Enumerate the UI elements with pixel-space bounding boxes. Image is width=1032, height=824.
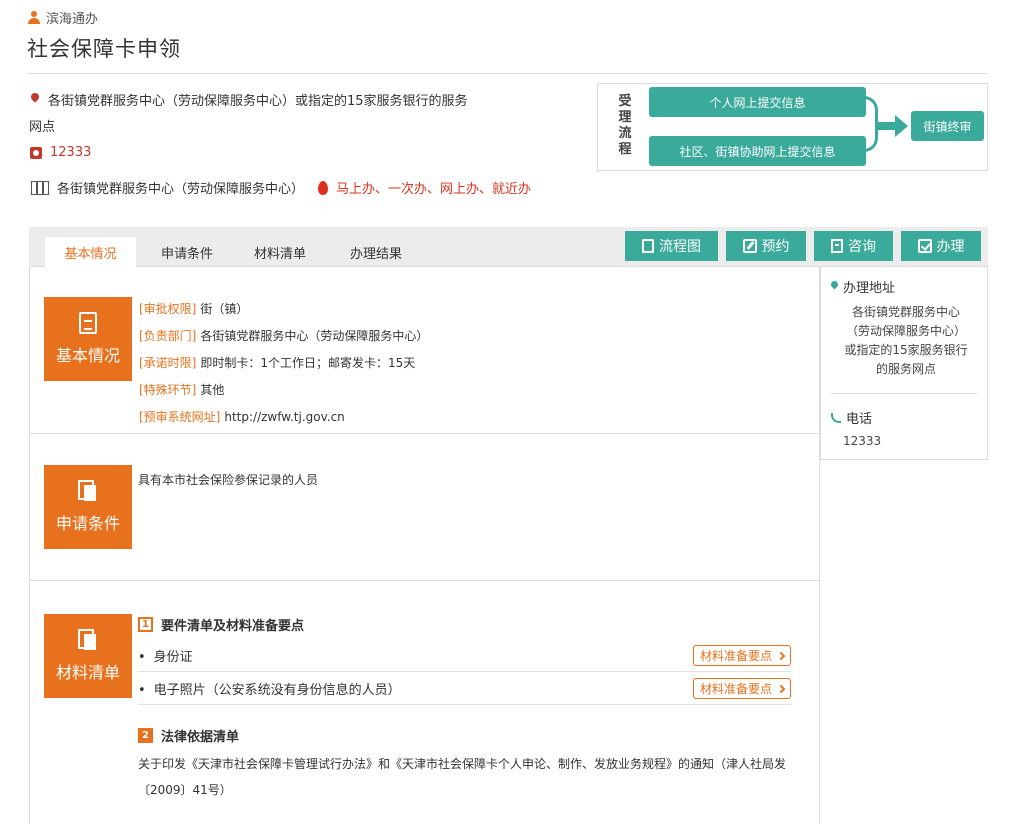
address-text-cont: 网点 [29,120,56,135]
main-content: 基本情况 [审批权限] 街（镇） [负责部门] 各街镇党群服务中心（劳动保障服务中心… [29,267,820,824]
handling-sidebar: 办理地址 各街镇党群服务中心（劳动保障服务中心）或指定的15家服务银行的服务网点… [820,267,988,460]
address-line: 各街镇党群服务中心（劳动保障服务中心）或指定的15家服务银行的服务 [30,90,468,109]
location-pin-icon [30,93,40,107]
flow-bracket [864,96,878,152]
process-flow: 受理流程 个人网上提交信息 社区、街镇协助网上提交信息 街镇终审 [597,83,988,171]
material-item: • 电子照片（公安系统没有身份信息的人员） 材料准备要点 [138,673,791,705]
basic-info-section-icon: 基本情况 [44,297,132,381]
material-tip-button[interactable]: 材料准备要点 [692,678,791,699]
service-tags: 马上办、一次办、网上办、就近办 [336,182,532,197]
sidebar-address: 各街镇党群服务中心（劳动保障服务中心）或指定的15家服务银行的服务网点 [844,305,968,376]
chevron-right-icon [776,684,786,693]
tab-conditions[interactable]: 申请条件 [145,237,229,267]
flow-step-community[interactable]: 社区、街镇协助网上提交信息 [649,136,866,166]
sidebar-phone: 12333 [843,434,882,448]
arrow-right-icon [895,115,908,137]
material-tip-button[interactable]: 材料准备要点 [692,645,791,666]
location-pin-icon [831,281,838,292]
field-prereview-url: [预审系统网址] http://zwfw.tj.gov.cn [139,410,345,424]
handle-label: 办理 [936,239,965,255]
flame-icon [318,180,329,195]
section-divider [30,433,819,434]
conditions-section-icon: 申请条件 [44,465,132,549]
file-text-icon [831,239,843,253]
prereview-link[interactable]: http://zwfw.tj.gov.cn [224,410,344,424]
section-divider [30,580,819,581]
field-special-step: [特殊环节] 其他 [139,383,225,397]
handle-button[interactable]: 办理 [901,231,981,261]
book-label: 预约 [761,239,790,255]
phone-line: 12333 [30,145,91,160]
files-icon [78,480,98,502]
flowchart-label: 流程图 [659,239,701,255]
address-heading: 办理地址 [831,277,895,296]
material-item: • 身份证 材料准备要点 [138,640,791,672]
field-department: [负责部门] 各街镇党群服务中心（劳动保障服务中心） [139,329,429,343]
check-square-icon [917,239,932,253]
number-badge: 1 [138,617,153,632]
basic-info-section-label: 基本情况 [55,346,120,365]
header-divider [27,73,988,74]
conditions-section-label: 申请条件 [55,514,120,533]
user-icon [28,11,40,24]
tab-materials[interactable]: 材料清单 [239,237,321,267]
phone-number: 12333 [50,145,92,160]
brand[interactable]: 滨海通办 [28,8,98,27]
document-icon [642,239,654,253]
location-line: 各街镇党群服务中心（劳动保障服务中心） 马上办、一次办、网上办、就近办 [31,178,531,197]
materials-section-label: 材料清单 [55,663,120,682]
flowchart-button[interactable]: 流程图 [625,231,718,261]
tab-results[interactable]: 办理结果 [335,237,417,267]
brand-label: 滨海通办 [46,12,99,27]
materials-list-heading: 1 要件清单及材料准备要点 [138,615,304,634]
phone-heading: 电话 [831,408,872,427]
flow-step-personal[interactable]: 个人网上提交信息 [649,87,866,117]
flow-step-final[interactable]: 街镇终审 [911,111,984,141]
book-button[interactable]: 预约 [726,231,806,261]
edit-icon [742,239,757,253]
materials-section-icon: 材料清单 [44,614,132,698]
copy-icon [78,629,98,651]
sidebar-divider [831,393,977,394]
material-name: 身份证 [153,650,193,665]
number-badge: 2 [138,728,153,743]
field-approval-authority: [审批权限] 街（镇） [139,302,249,316]
address-text: 各街镇党群服务中心（劳动保障服务中心）或指定的15家服务银行的服务 [48,94,468,109]
page-title: 社会保障卡申领 [27,37,181,61]
consult-button[interactable]: 咨询 [814,231,893,261]
phone-icon [30,146,42,159]
conditions-text: 具有本市社会保险参保记录的人员 [138,473,319,487]
field-time-limit: [承诺时限] 即时制卡：1个工作日；邮寄发卡：15天 [139,356,416,370]
consult-label: 咨询 [848,239,876,255]
flow-arrow [877,122,897,130]
chevron-right-icon [776,651,786,660]
phone-icon [831,412,841,423]
process-label: 受理流程 [618,94,632,157]
tab-bar: 基本情况 申请条件 材料清单 办理结果 流程图 预约 咨询 办理 [29,227,988,267]
law-list-heading: 2 法律依据清单 [138,726,239,745]
tab-basic-info[interactable]: 基本情况 [45,237,136,267]
document-icon [79,312,97,334]
location-text: 各街镇党群服务中心（劳动保障服务中心） [57,182,305,197]
law-basis-text: 关于印发《天津市社会保障卡管理试行办法》和《天津市社会保障卡个人申论、制作、发放… [138,757,787,797]
map-icon [31,180,49,195]
material-name: 电子照片（公安系统没有身份信息的人员） [153,683,401,698]
